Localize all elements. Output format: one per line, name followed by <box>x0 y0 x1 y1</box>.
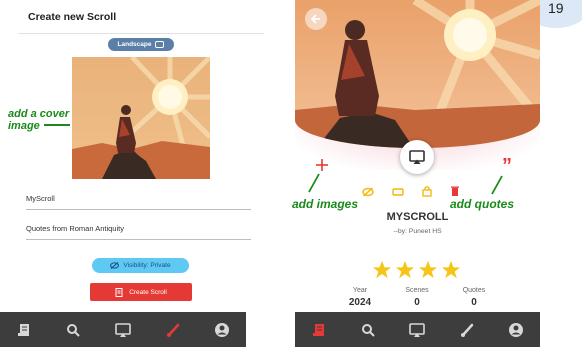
stat-label: Scenes <box>405 287 429 294</box>
stat-scenes: Scenes 0 <box>397 287 437 308</box>
landscape-label: Landscape <box>117 41 152 48</box>
nav-search-icon[interactable] <box>65 322 81 338</box>
rotate-icon <box>155 41 165 48</box>
page-title: Create new Scroll <box>28 11 117 23</box>
star-icon <box>395 260 415 279</box>
orientation-icon[interactable] <box>392 184 404 202</box>
nav-airplay-icon[interactable] <box>408 322 426 338</box>
plus-icon <box>316 159 328 171</box>
scroll-author: --by: Puneet HS <box>393 228 442 235</box>
airplay-icon <box>409 150 425 164</box>
scroll-stats: Year 2024 Scenes 0 Quotes 0 <box>340 287 494 308</box>
delete-icon[interactable] <box>450 184 460 202</box>
annotation-cover: add a cover image <box>8 108 70 132</box>
scroll-icon <box>115 287 123 297</box>
stat-quotes: Quotes 0 <box>454 287 494 308</box>
stat-year: Year 2024 <box>340 287 380 308</box>
lock-icon[interactable] <box>422 184 432 202</box>
nav-brush-icon[interactable] <box>459 322 475 338</box>
cast-button[interactable] <box>400 140 434 174</box>
bottom-nav-right <box>295 312 540 347</box>
nav-brush-icon[interactable] <box>165 322 181 338</box>
annotation-arrow <box>44 124 70 126</box>
stat-value: 0 <box>414 297 420 308</box>
create-scroll-label: Create Scroll <box>129 288 167 296</box>
description-field-underline <box>26 239 251 240</box>
create-scroll-button[interactable]: Create Scroll <box>90 283 192 301</box>
create-scroll-screen: Create new Scroll Landscape add a cover … <box>8 0 264 347</box>
visibility-label: Visibility: Private <box>123 262 171 269</box>
cover-image[interactable] <box>72 57 210 179</box>
stat-label: Year <box>352 287 368 294</box>
annotation-arrow-quotes <box>491 175 503 195</box>
page-number: 19 <box>548 0 564 16</box>
scroll-cover-image <box>295 0 540 148</box>
title-field[interactable]: MyScroll <box>26 194 55 203</box>
visibility-button[interactable]: Visibility: Private <box>92 258 189 273</box>
stat-label: Quotes <box>462 287 486 294</box>
star-icon <box>372 260 392 279</box>
annotation-images: add images <box>292 197 359 211</box>
title-field-underline <box>26 209 251 210</box>
star-icon <box>418 260 438 279</box>
landscape-toggle[interactable]: Landscape <box>108 38 174 51</box>
nav-account-icon[interactable] <box>214 322 230 338</box>
nav-scroll-icon[interactable] <box>311 322 327 338</box>
nav-airplay-icon[interactable] <box>114 322 132 338</box>
visibility-icon[interactable] <box>362 184 374 202</box>
divider <box>18 33 264 34</box>
bottom-nav-left <box>0 312 246 347</box>
stat-value: 0 <box>471 297 477 308</box>
stat-value: 2024 <box>348 297 372 308</box>
description-field[interactable]: Quotes from Roman Antiquity <box>26 224 124 233</box>
scroll-title: MYSCROLL <box>386 211 449 223</box>
arrow-back-icon <box>310 14 320 24</box>
back-button[interactable] <box>305 8 327 30</box>
nav-search-icon[interactable] <box>360 322 376 338</box>
eye-off-icon <box>110 262 120 269</box>
nav-account-icon[interactable] <box>508 322 524 338</box>
annotation-arrow-images <box>308 173 320 193</box>
add-quotes-button[interactable]: ” <box>502 156 512 176</box>
rating-stars <box>372 260 461 279</box>
star-icon <box>441 260 461 279</box>
scroll-actions <box>362 184 460 202</box>
nav-scroll-icon[interactable] <box>16 322 32 338</box>
